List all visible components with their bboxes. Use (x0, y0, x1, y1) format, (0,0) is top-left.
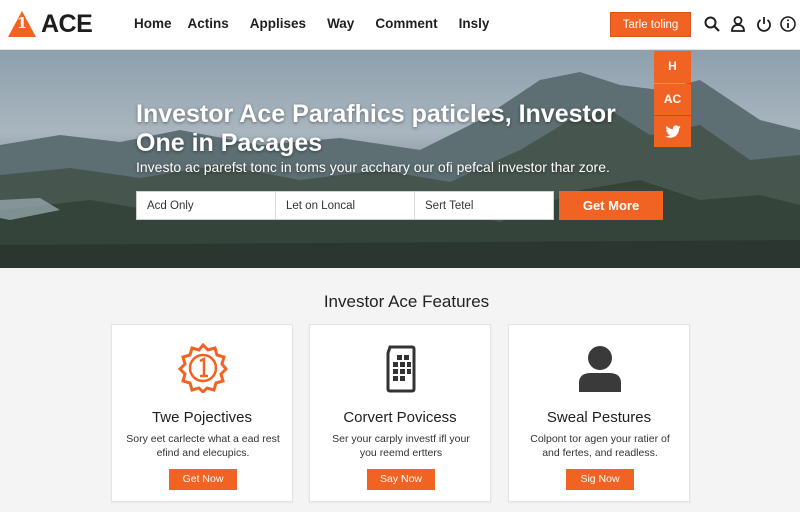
feature-text-1: Sory eet carlecte what a ead rest efind … (126, 433, 280, 459)
twitter-icon[interactable] (654, 116, 691, 147)
feature-button-3[interactable]: Sig Now (566, 469, 634, 490)
search-icon[interactable] (703, 15, 721, 33)
feature-card-3: Sweal Pestures Colpont tor agen your rat… (508, 324, 690, 502)
search-field-1[interactable]: Acd Only (137, 192, 276, 219)
features-title: Investor Ace Features (323, 292, 490, 311)
nav-actins[interactable]: Actins (188, 16, 229, 31)
feature-button-1[interactable]: Get Now (169, 469, 237, 490)
logo-mark-icon: 1 (7, 10, 37, 38)
search-bar: Acd Only Let on Loncal Sert Tetel (136, 191, 554, 220)
feature-title-3: Sweal Pestures (546, 409, 652, 426)
phone-grid-icon (376, 343, 426, 393)
hero-title: Investor Ace Parafhics paticles, Investo… (136, 100, 616, 157)
nav-insly[interactable]: Insly (459, 16, 490, 31)
social-h-button[interactable]: H (654, 51, 691, 83)
person-icon (575, 343, 625, 393)
nav-comment[interactable]: Comment (375, 16, 437, 31)
nav-applises[interactable]: Applises (250, 16, 306, 31)
nav-way[interactable]: Way (327, 16, 354, 31)
user-icon[interactable] (729, 15, 747, 33)
site-header: 1 ACE Home Actins Applises Way Comment I… (0, 0, 800, 50)
nav-home[interactable]: Home (134, 16, 172, 31)
search-field-2[interactable]: Let on Loncal (276, 192, 415, 219)
badge-icon (177, 342, 229, 395)
info-icon[interactable] (779, 15, 797, 33)
logo-text: ACE (41, 9, 93, 38)
feature-card-1: Twe Pojectives Sory eet carlecte what a … (111, 324, 293, 502)
get-more-button[interactable]: Get More (559, 191, 663, 220)
feature-text-2: Ser your carply investf ifl your you ree… (332, 433, 470, 459)
power-icon[interactable] (755, 15, 773, 33)
feature-text-3: Colpont tor agen your ratier of and fert… (530, 433, 670, 459)
feature-button-2[interactable]: Say Now (367, 469, 435, 490)
header-cta-button[interactable]: Tarle toling (610, 12, 691, 37)
hero-subtitle: Investo ac parefst tonc in toms your acc… (136, 159, 610, 175)
feature-card-2: Corvert Povicess Ser your carply investf… (309, 324, 491, 502)
search-field-3[interactable]: Sert Tetel (415, 192, 553, 219)
logo[interactable]: 1 ACE (7, 6, 93, 42)
feature-title-1: Twe Pojectives (151, 409, 253, 426)
feature-title-2: Corvert Povicess (343, 409, 457, 426)
main-nav: Home Actins Applises Way Comment Insly (134, 16, 510, 31)
social-sidebar: H AC (654, 50, 691, 148)
hero-banner: Investor Ace Parafhics paticles, Investo… (0, 50, 800, 268)
social-ac-button[interactable]: AC (654, 84, 691, 115)
